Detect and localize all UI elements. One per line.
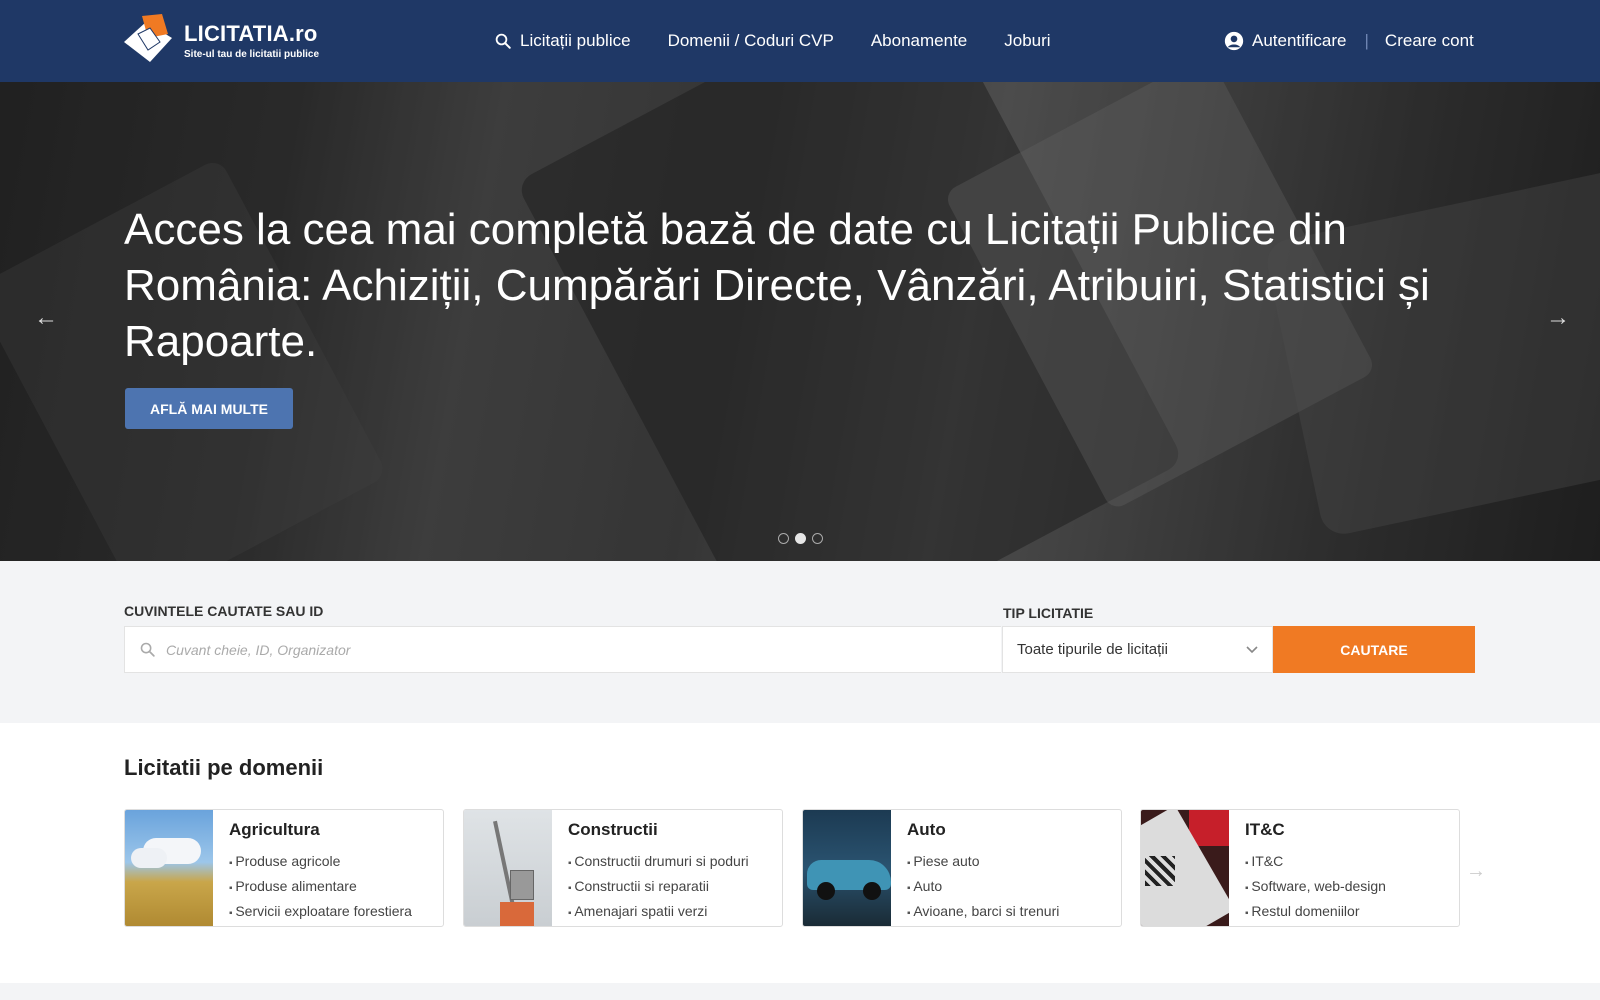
nav-domenii[interactable]: Domenii / Coduri CVP <box>668 31 834 51</box>
chevron-down-icon <box>1246 645 1258 653</box>
login-link[interactable]: Autentificare <box>1224 31 1347 51</box>
learn-more-button[interactable]: AFLĂ MAI MULTE <box>125 388 293 429</box>
carousel-next-icon[interactable]: → <box>1546 304 1570 332</box>
nav-abonamente[interactable]: Abonamente <box>871 31 967 51</box>
card-link[interactable]: Restul domeniilor <box>1245 900 1386 925</box>
card-link[interactable]: Constructii si reparatii <box>568 875 749 900</box>
card-link[interactable]: Servicii exploatare forestiera <box>229 900 412 925</box>
domain-card-agricultura[interactable]: Agricultura Produse agricole Produse ali… <box>124 809 444 927</box>
carousel-dot-3[interactable] <box>812 533 823 544</box>
nav-label: Domenii / Coduri CVP <box>667 31 834 50</box>
account-nav: Autentificare | Creare cont <box>1224 0 1474 82</box>
nav-licitatii-publice[interactable]: Licitații publice <box>494 31 631 51</box>
hero-carousel: Acces la cea mai completă bază de date c… <box>0 82 1600 561</box>
site-logo[interactable]: LICITATIA.ro Site-ul tau de licitatii pu… <box>120 12 319 68</box>
type-select-value: Toate tipurile de licitații <box>1017 641 1168 658</box>
card-link[interactable]: Auto <box>907 875 1059 900</box>
search-button[interactable]: CAUTARE <box>1273 626 1475 673</box>
card-link[interactable]: IT&C <box>1245 850 1386 875</box>
card-link[interactable]: Amenajari spatii verzi <box>568 900 749 925</box>
construction-image <box>464 810 552 926</box>
card-link[interactable]: Avioane, barci si trenuri <box>907 900 1059 925</box>
domains-section: Licitatii pe domenii Agricultura Produse… <box>0 723 1600 983</box>
nav-joburi[interactable]: Joburi <box>1004 31 1050 51</box>
logo-title: LICITATIA.ro <box>184 20 318 46</box>
type-select[interactable]: Toate tipurile de licitații <box>1002 626 1273 673</box>
register-link[interactable]: Creare cont <box>1385 31 1474 51</box>
card-link[interactable]: Constructii drumuri si poduri <box>568 850 748 875</box>
carousel-dots <box>778 533 823 544</box>
domains-next-arrow-icon[interactable]: → <box>1466 860 1486 883</box>
domains-title: Licitatii pe domenii <box>124 755 324 780</box>
type-label: TIP LICITATIE <box>1003 605 1094 621</box>
agriculture-image <box>125 810 213 926</box>
search-icon <box>140 642 155 657</box>
login-label: Autentificare <box>1252 31 1347 50</box>
card-link[interactable]: Software, web-design <box>1245 875 1386 900</box>
user-icon <box>1224 31 1244 51</box>
keywords-label: CUVINTELE CAUTATE SAU ID <box>124 603 324 619</box>
search-icon <box>495 33 511 49</box>
search-input-wrapper <box>124 626 1001 673</box>
card-title: Constructii <box>568 820 658 839</box>
card-title: Auto <box>907 820 946 839</box>
domain-card-constructii[interactable]: Constructii Constructii drumuri si podur… <box>463 809 783 927</box>
card-link[interactable]: Piese auto <box>907 850 1059 875</box>
main-nav: Licitații publice Domenii / Coduri CVP A… <box>494 0 1088 82</box>
nav-separator: | <box>1364 31 1369 50</box>
nav-label: Abonamente <box>870 31 968 50</box>
logo-subtitle: Site-ul tau de licitatii publice <box>184 48 320 60</box>
carousel-prev-icon[interactable]: ← <box>34 304 58 332</box>
laptop-image <box>1141 810 1229 926</box>
car-image <box>803 810 891 926</box>
carousel-dot-2[interactable] <box>795 533 806 544</box>
card-title: Agricultura <box>229 820 320 839</box>
card-link[interactable]: Produse alimentare <box>229 875 412 900</box>
search-input[interactable] <box>166 641 946 658</box>
site-header: LICITATIA.ro Site-ul tau de licitatii pu… <box>0 0 1600 82</box>
domain-card-auto[interactable]: Auto Piese auto Auto Avioane, barci si t… <box>802 809 1122 927</box>
card-link[interactable]: Produse agricole <box>229 850 412 875</box>
nav-label: Licitații publice <box>520 31 631 50</box>
footer-strip <box>0 983 1600 1000</box>
register-label: Creare cont <box>1384 31 1474 50</box>
logo-icon <box>120 12 176 68</box>
nav-label: Joburi <box>1004 31 1051 50</box>
card-title: IT&C <box>1245 820 1285 839</box>
domain-card-itc[interactable]: IT&C IT&C Software, web-design Restul do… <box>1140 809 1460 927</box>
hero-title: Acces la cea mai completă bază de date c… <box>124 205 1430 366</box>
carousel-dot-1[interactable] <box>778 533 789 544</box>
